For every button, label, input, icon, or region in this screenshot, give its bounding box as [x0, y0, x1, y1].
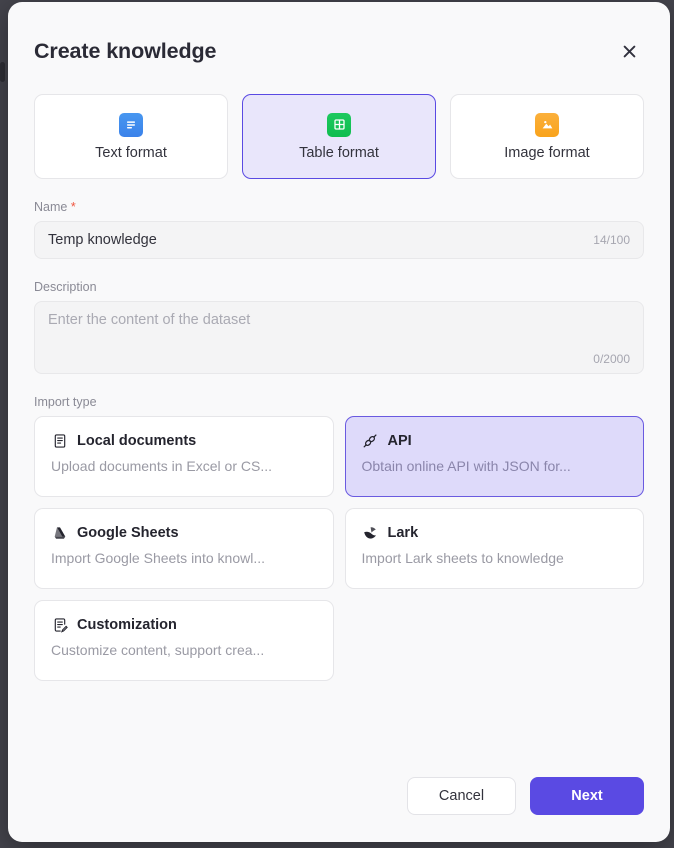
import-option-desc: Obtain online API with JSON for... — [362, 458, 628, 474]
tab-table-format-label: Table format — [299, 145, 379, 161]
close-icon[interactable] — [614, 36, 644, 66]
import-option-title: Lark — [388, 525, 419, 541]
description-input[interactable]: Enter the content of the dataset 0/2000 — [34, 301, 644, 374]
api-plug-icon — [362, 432, 379, 449]
tab-text-format[interactable]: Text format — [34, 94, 228, 179]
required-marker: * — [71, 200, 76, 214]
import-option-title: API — [388, 433, 412, 449]
import-option-api[interactable]: API Obtain online API with JSON for... — [345, 416, 645, 497]
tab-image-format-label: Image format — [504, 145, 589, 161]
next-button[interactable]: Next — [530, 777, 644, 815]
import-type-label: Import type — [34, 395, 644, 409]
tab-image-format[interactable]: Image format — [450, 94, 644, 179]
image-picture-icon — [535, 113, 559, 137]
import-option-desc: Upload documents in Excel or CS... — [51, 458, 317, 474]
import-option-desc: Import Lark sheets to knowledge — [362, 550, 628, 566]
name-field-block: Name * Temp knowledge 14/100 — [34, 200, 644, 259]
name-input-value: Temp knowledge — [48, 232, 585, 248]
name-input[interactable]: Temp knowledge 14/100 — [34, 221, 644, 259]
description-field-block: Description Enter the content of the dat… — [34, 280, 644, 374]
import-option-title: Google Sheets — [77, 525, 179, 541]
import-option-title: Local documents — [77, 433, 196, 449]
format-tab-group: Text format Table format — [34, 94, 644, 179]
page-title: Create knowledge — [34, 39, 216, 64]
import-option-local-documents[interactable]: Local documents Upload documents in Exce… — [34, 416, 334, 497]
import-type-block: Import type Local documents Upload docum… — [34, 395, 644, 681]
google-drive-icon — [51, 524, 68, 541]
name-label-text: Name — [34, 200, 67, 214]
import-option-lark[interactable]: Lark Import Lark sheets to knowledge — [345, 508, 645, 589]
description-placeholder: Enter the content of the dataset — [48, 312, 630, 328]
table-grid-icon — [327, 113, 351, 137]
cancel-button[interactable]: Cancel — [407, 777, 516, 815]
import-type-grid: Local documents Upload documents in Exce… — [34, 416, 644, 681]
document-edit-icon — [51, 616, 68, 633]
file-text-icon — [51, 432, 68, 449]
import-option-customization[interactable]: Customization Customize content, support… — [34, 600, 334, 681]
lark-bird-icon — [362, 524, 379, 541]
description-char-counter: 0/2000 — [48, 352, 630, 366]
tab-table-format[interactable]: Table format — [242, 94, 436, 179]
import-option-google-sheets[interactable]: Google Sheets Import Google Sheets into … — [34, 508, 334, 589]
text-document-icon — [119, 113, 143, 137]
description-field-label: Description — [34, 280, 644, 294]
dialog-footer: Cancel Next — [407, 777, 644, 815]
name-field-label: Name * — [34, 200, 644, 214]
create-knowledge-dialog: Create knowledge Text format — [8, 2, 670, 842]
import-option-title: Customization — [77, 617, 177, 633]
import-option-desc: Import Google Sheets into knowl... — [51, 550, 317, 566]
name-char-counter: 14/100 — [585, 233, 630, 247]
import-option-desc: Customize content, support crea... — [51, 642, 317, 658]
tab-text-format-label: Text format — [95, 145, 167, 161]
page-scrollbar[interactable] — [0, 62, 5, 82]
dialog-header: Create knowledge — [34, 2, 644, 94]
